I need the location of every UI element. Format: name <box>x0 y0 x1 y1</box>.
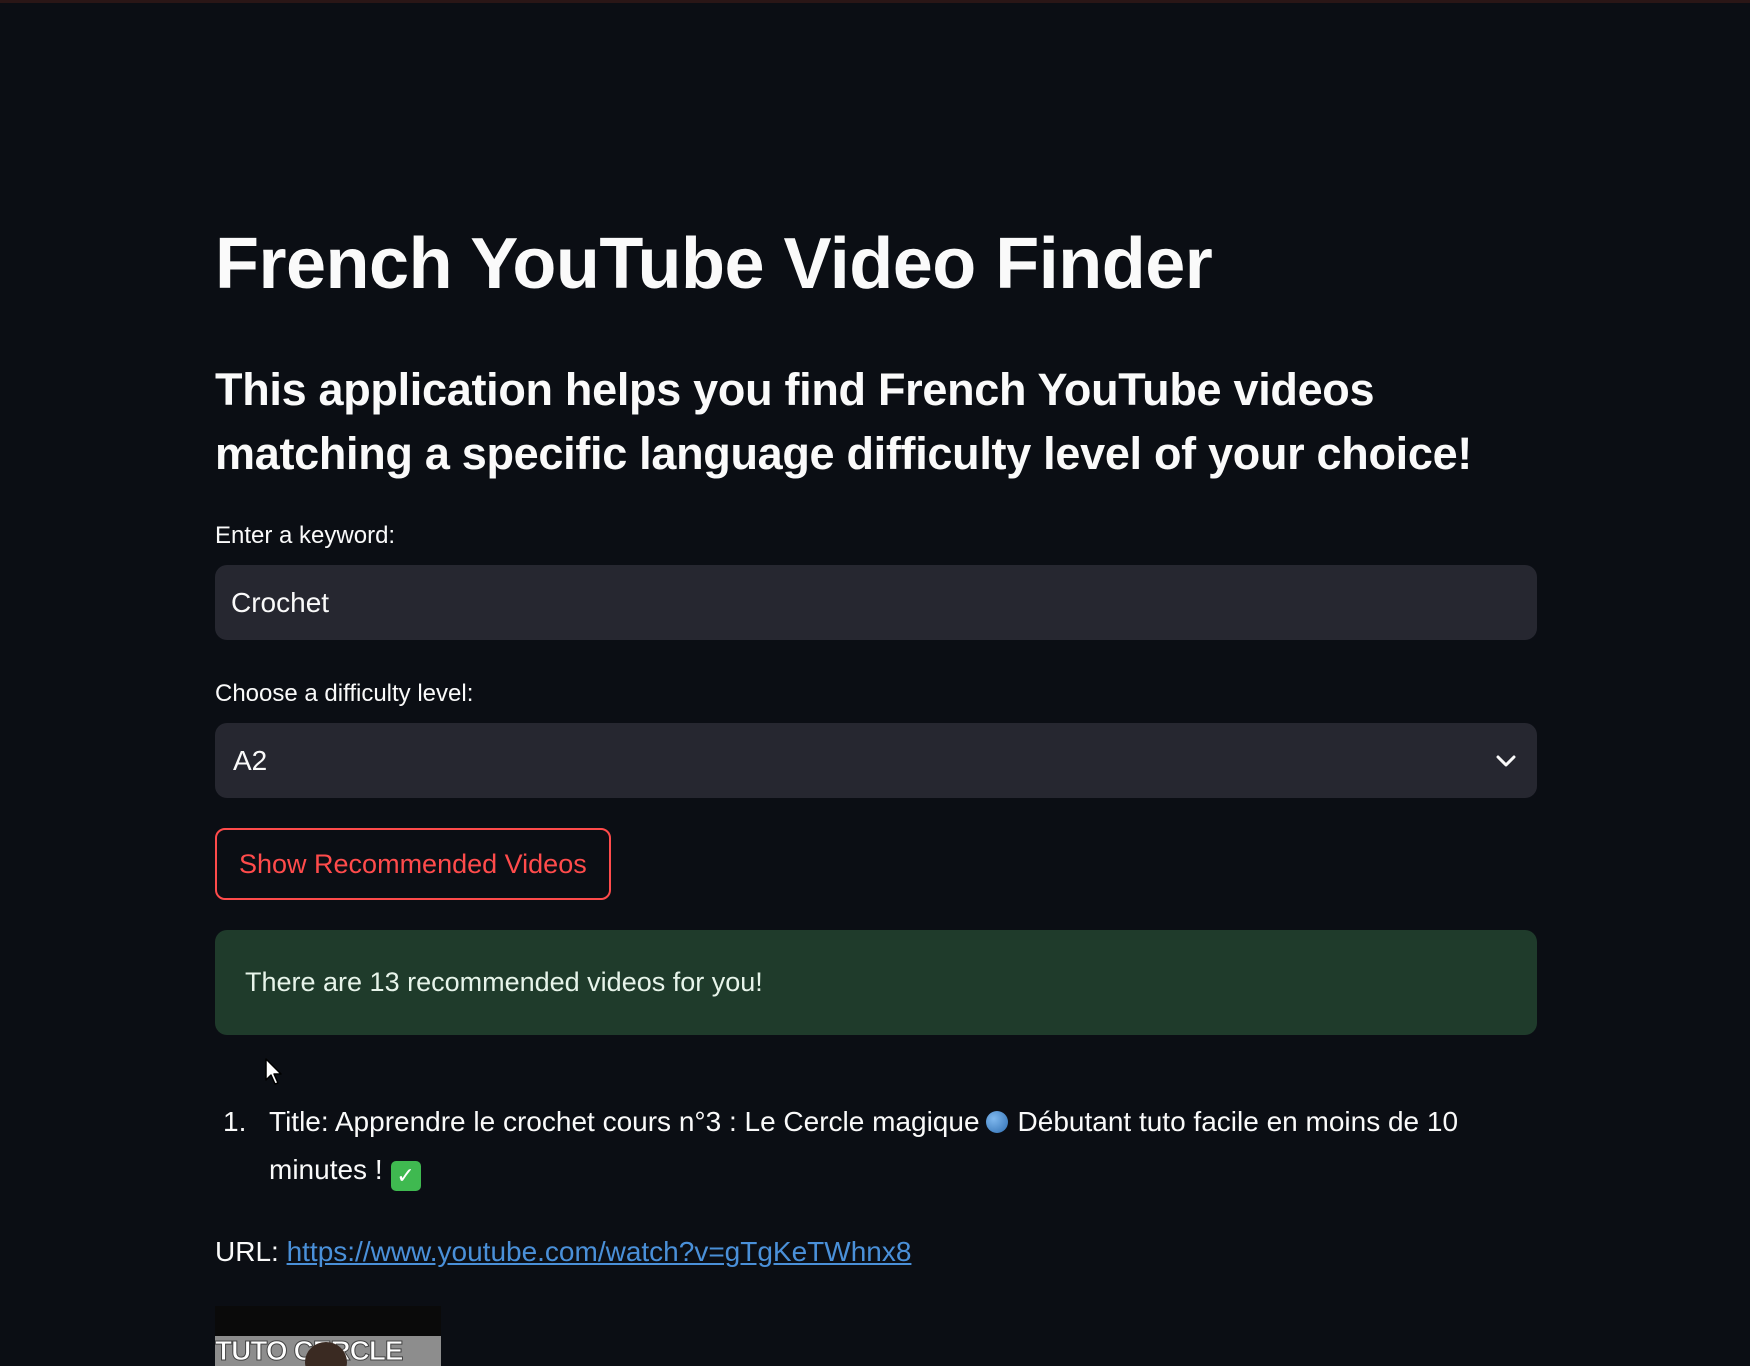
show-recommended-videos-button[interactable]: Show Recommended Videos <box>215 828 611 900</box>
mouse-cursor-icon <box>265 1058 282 1085</box>
result-number: 1. <box>223 1106 247 1137</box>
yarn-ball-icon <box>985 1111 1008 1133</box>
url-label: URL: <box>215 1236 279 1267</box>
chevron-down-icon[interactable] <box>1493 748 1519 774</box>
list-item: 1. Title: Apprendre le crochet cours n°3… <box>215 1098 1537 1194</box>
keyword-input[interactable] <box>215 565 1537 640</box>
video-url-link[interactable]: https://www.youtube.com/watch?v=gTgKeTWh… <box>287 1236 912 1267</box>
result-title-text: Title: Apprendre le crochet cours n°3 : … <box>269 1106 980 1137</box>
result-title: Title: Apprendre le crochet cours n°3 : … <box>269 1098 1509 1194</box>
difficulty-selected-value: A2 <box>233 744 268 776</box>
page-subtitle: This application helps you find French Y… <box>215 364 1472 479</box>
difficulty-select[interactable]: A2 <box>215 723 1537 798</box>
video-thumbnail[interactable]: TUTO CERCLE <box>215 1306 441 1366</box>
page-title: French YouTube Video Finder <box>215 224 1213 304</box>
result-url-line: URL: https://www.youtube.com/watch?v=gTg… <box>215 1230 911 1274</box>
difficulty-label: Choose a difficulty level: <box>215 680 474 707</box>
results-list: 1. Title: Apprendre le crochet cours n°3… <box>215 1098 1537 1194</box>
window-top-strip <box>0 0 1750 3</box>
keyword-label: Enter a keyword: <box>215 522 396 549</box>
success-alert: There are 13 recommended videos for you! <box>215 930 1537 1035</box>
check-mark-icon: ✓ <box>390 1161 421 1191</box>
success-message: There are 13 recommended videos for you! <box>245 967 763 997</box>
